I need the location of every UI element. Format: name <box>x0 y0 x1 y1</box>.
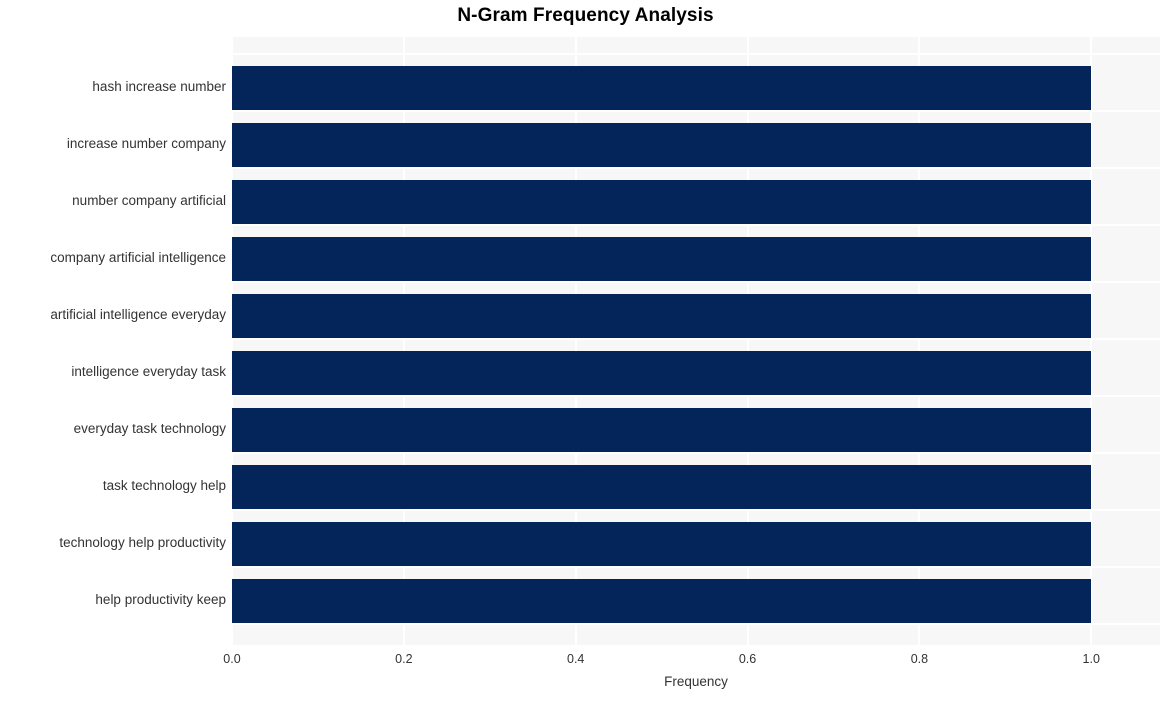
x-axis-tick-label: 0.4 <box>567 652 585 666</box>
chart-title: N-Gram Frequency Analysis <box>457 5 714 26</box>
x-axis-tick-label: 1.0 <box>1082 652 1100 666</box>
y-axis-tick-label: help productivity keep <box>95 592 226 607</box>
y-axis-tick-label: number company artificial <box>72 193 226 208</box>
y-axis-tick-label: intelligence everyday task <box>71 364 226 379</box>
horizontal-gridline <box>232 395 1160 397</box>
plot-area <box>231 37 1160 645</box>
bar <box>232 237 1092 281</box>
horizontal-gridline <box>232 224 1160 226</box>
bar <box>232 180 1092 224</box>
chart-figure: N-Gram Frequency Analysis hash increase … <box>0 0 1171 701</box>
y-axis-tick-label: hash increase number <box>92 79 226 94</box>
horizontal-gridline <box>232 623 1160 625</box>
bar <box>232 294 1092 338</box>
y-axis-tick-label: technology help productivity <box>59 535 226 550</box>
y-axis-tick-label: company artificial intelligence <box>50 250 226 265</box>
bar <box>232 408 1092 452</box>
horizontal-gridline <box>232 281 1160 283</box>
horizontal-gridline <box>232 53 1160 55</box>
y-axis-tick-label: artificial intelligence everyday <box>50 307 226 322</box>
bar <box>232 351 1092 395</box>
bar <box>232 123 1092 167</box>
x-axis-title: Frequency <box>664 674 728 689</box>
x-axis-tick-label: 0.2 <box>395 652 413 666</box>
y-axis-tick-label: task technology help <box>102 478 226 493</box>
bar <box>232 66 1092 110</box>
horizontal-gridline <box>232 566 1160 568</box>
horizontal-gridline <box>232 452 1160 454</box>
horizontal-gridline <box>232 509 1160 511</box>
bar <box>232 522 1092 566</box>
horizontal-gridline <box>232 338 1160 340</box>
y-axis-tick-labels: hash increase number increase number comp… <box>0 37 226 645</box>
horizontal-gridline <box>232 110 1160 112</box>
y-axis-tick-label: everyday task technology <box>73 421 226 436</box>
x-axis-tick-labels: 0.0 0.2 0.4 0.6 0.8 1.0 <box>223 645 1160 669</box>
x-axis-tick-label: 0.0 <box>223 652 241 666</box>
bar <box>232 579 1092 623</box>
x-axis-tick-label: 0.6 <box>738 652 757 666</box>
y-axis-tick-label: increase number company <box>66 136 226 151</box>
bar <box>232 465 1092 509</box>
horizontal-gridline <box>232 167 1160 169</box>
x-axis-tick-label: 0.8 <box>910 652 929 666</box>
